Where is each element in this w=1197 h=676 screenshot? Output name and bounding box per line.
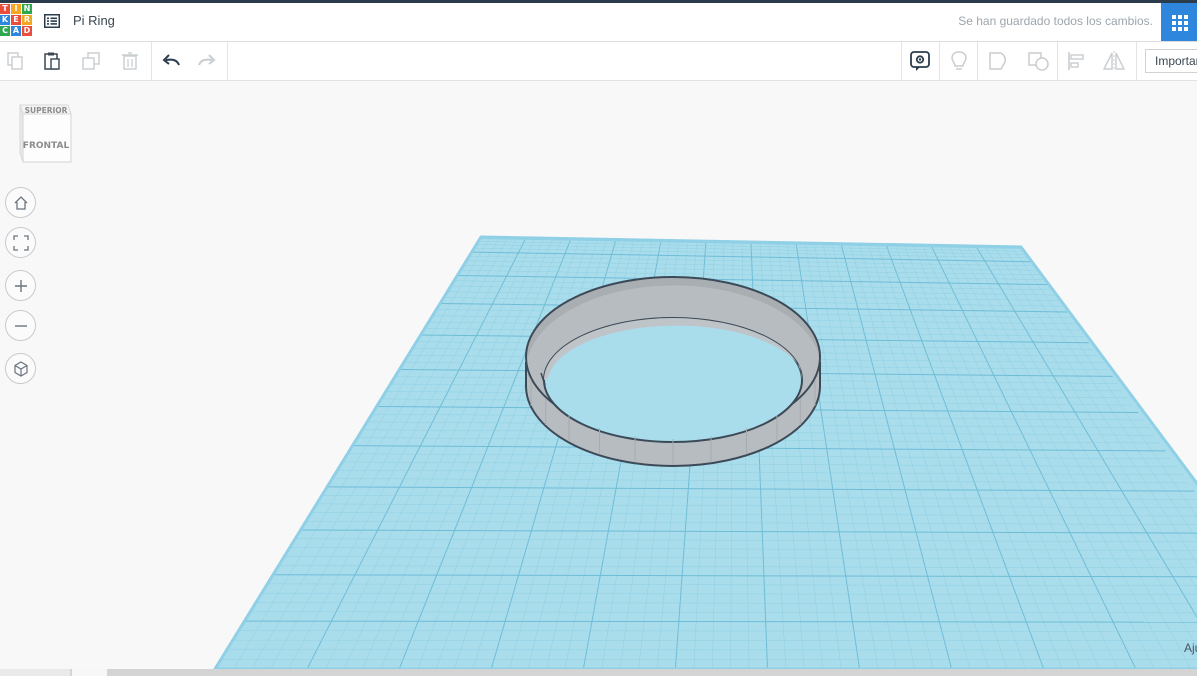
app-header: TIN KER CAD Pi Ring Se han guardado todos … <box>0 3 1197 42</box>
zoom-out-button[interactable] <box>5 310 36 341</box>
view-cube-top-label: SUPERIOR <box>25 106 68 115</box>
notes-eye-icon <box>910 51 930 71</box>
paste-button[interactable] <box>38 47 66 75</box>
logo-letter: D <box>22 26 32 36</box>
logo-letter: N <box>22 4 32 14</box>
home-view-button[interactable] <box>5 187 36 218</box>
logo-letter: A <box>11 26 21 36</box>
group-shapes-icon <box>989 52 1006 70</box>
mirror-icon <box>1102 51 1126 71</box>
notes-button[interactable] <box>906 47 934 75</box>
toolbar-separator <box>901 42 902 80</box>
duplicate-button[interactable] <box>77 47 105 75</box>
toolbar-separator <box>227 42 228 80</box>
design-list-icon[interactable] <box>44 14 60 28</box>
minus-icon <box>14 324 27 327</box>
zoom-in-button[interactable] <box>5 270 36 301</box>
view-cube-front-label: FRONTAL <box>23 141 70 151</box>
clipboard-icon <box>44 52 60 70</box>
copy-button[interactable] <box>1 47 29 75</box>
home-icon <box>14 195 27 210</box>
pi-ring-shape[interactable] <box>525 276 822 467</box>
toolbar-separator <box>151 42 152 80</box>
delete-button[interactable] <box>116 47 144 75</box>
apps-grid-button[interactable] <box>1161 3 1197 41</box>
save-status: Se han guardado todos los cambios. <box>958 14 1153 28</box>
redo-button[interactable] <box>193 47 221 75</box>
toolbar-separator <box>1136 42 1137 80</box>
mirror-button[interactable] <box>1100 47 1128 75</box>
group-button[interactable] <box>984 47 1012 75</box>
ungroup-shapes-icon <box>1028 52 1049 71</box>
logo-letter: E <box>11 15 21 25</box>
fit-view-button[interactable] <box>5 227 36 258</box>
toolbar-separator <box>939 42 940 80</box>
hint-button[interactable] <box>945 47 973 75</box>
scrollbar-track <box>0 669 70 676</box>
logo-letter: C <box>0 26 10 36</box>
logo-letter: T <box>0 4 10 14</box>
logo-letter: I <box>11 4 21 14</box>
lightbulb-icon <box>951 51 967 70</box>
duplicate-icon <box>82 52 100 70</box>
snap-grid-label[interactable]: Ajustar rejilla <box>1184 641 1197 655</box>
logo-letter: K <box>0 15 10 25</box>
toolbar-separator <box>977 42 978 80</box>
logo-letter: R <box>22 15 32 25</box>
align-button[interactable] <box>1063 47 1091 75</box>
plus-icon <box>14 279 27 292</box>
horizontal-scrollbar[interactable] <box>0 669 1197 676</box>
scrollbar-thumb[interactable] <box>72 669 107 676</box>
import-button[interactable]: Importar <box>1145 49 1197 73</box>
align-icon <box>1068 52 1084 70</box>
view-cube[interactable]: SUPERIOR FRONTAL <box>15 96 75 168</box>
undo-button[interactable] <box>157 47 185 75</box>
undo-arrow-icon <box>162 54 180 66</box>
design-title[interactable]: Pi Ring <box>73 13 115 28</box>
edit-toolbar: Importar <box>0 42 1197 81</box>
fit-view-icon <box>12 234 29 251</box>
projection-button[interactable] <box>5 353 36 384</box>
toolbar-separator <box>1057 42 1058 80</box>
trash-icon <box>122 52 138 70</box>
copy-icon <box>7 52 23 70</box>
redo-arrow-icon <box>198 54 216 66</box>
cube-icon <box>13 360 28 377</box>
ungroup-button[interactable] <box>1024 47 1052 75</box>
tinkercad-logo[interactable]: TIN KER CAD <box>0 4 33 37</box>
workplane-viewport[interactable] <box>0 81 1197 669</box>
